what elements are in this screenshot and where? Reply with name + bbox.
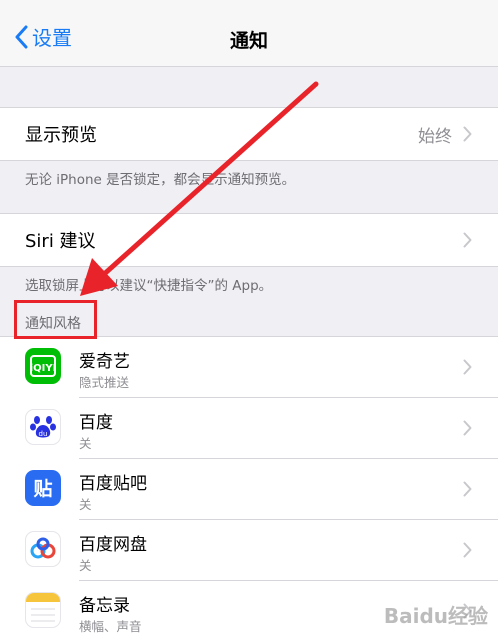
- chevron-right-icon: [463, 232, 472, 248]
- show-previews-value: 始终: [418, 126, 452, 147]
- svg-text:贴: 贴: [33, 478, 52, 500]
- siri-footer: 选取锁屏上可以建议“快捷指令”的 App。: [25, 278, 273, 294]
- svg-text:du: du: [39, 430, 48, 438]
- annotation-highlight-box: [14, 300, 97, 339]
- chevron-right-icon: [463, 542, 472, 558]
- app-notification-style: 隐式推送: [79, 375, 130, 390]
- chevron-right-icon: [463, 420, 472, 436]
- preview-footer: 无论 iPhone 是否锁定，都会显示通知预览。: [25, 172, 296, 188]
- show-previews-label: 显示预览: [25, 125, 97, 146]
- list-item[interactable]: 百度网盘 关: [0, 520, 498, 581]
- show-previews-cell[interactable]: 显示预览 始终: [0, 108, 498, 160]
- app-name: 百度: [79, 413, 113, 433]
- app-notification-style: 横幅、声音: [79, 619, 142, 634]
- baidu-icon: du: [25, 409, 61, 445]
- siri-suggestions-cell[interactable]: Siri 建议: [0, 214, 498, 266]
- chevron-right-icon: [463, 359, 472, 375]
- app-name: 百度贴吧: [79, 474, 147, 494]
- app-name: 备忘录: [79, 596, 130, 616]
- list-item[interactable]: 贴 百度贴吧 关: [0, 459, 498, 520]
- tieba-icon: 贴: [25, 470, 61, 506]
- baidu-netdisk-icon: [25, 531, 61, 567]
- list-item[interactable]: du 百度 关: [0, 398, 498, 459]
- notes-icon: [25, 592, 61, 628]
- app-name: 爱奇艺: [79, 352, 130, 372]
- chevron-right-icon: [463, 126, 472, 142]
- app-notification-style: 关: [79, 436, 92, 451]
- preview-group: 显示预览 始终: [0, 107, 498, 161]
- app-name: 百度网盘: [79, 535, 147, 555]
- app-notification-style: 关: [79, 558, 92, 573]
- watermark: Baidu经验: [383, 604, 488, 628]
- chevron-right-icon: [463, 481, 472, 497]
- list-item[interactable]: iQIYI 爱奇艺 隐式推送: [0, 337, 498, 398]
- iqiyi-icon: iQIYI: [25, 348, 61, 384]
- siri-suggestions-label: Siri 建议: [25, 231, 96, 252]
- siri-group: Siri 建议: [0, 213, 498, 267]
- navigation-bar: 设置 通知: [0, 0, 498, 67]
- app-notification-style: 关: [79, 497, 92, 512]
- svg-text:iQIYI: iQIYI: [30, 363, 57, 374]
- page-title: 通知: [229, 30, 268, 52]
